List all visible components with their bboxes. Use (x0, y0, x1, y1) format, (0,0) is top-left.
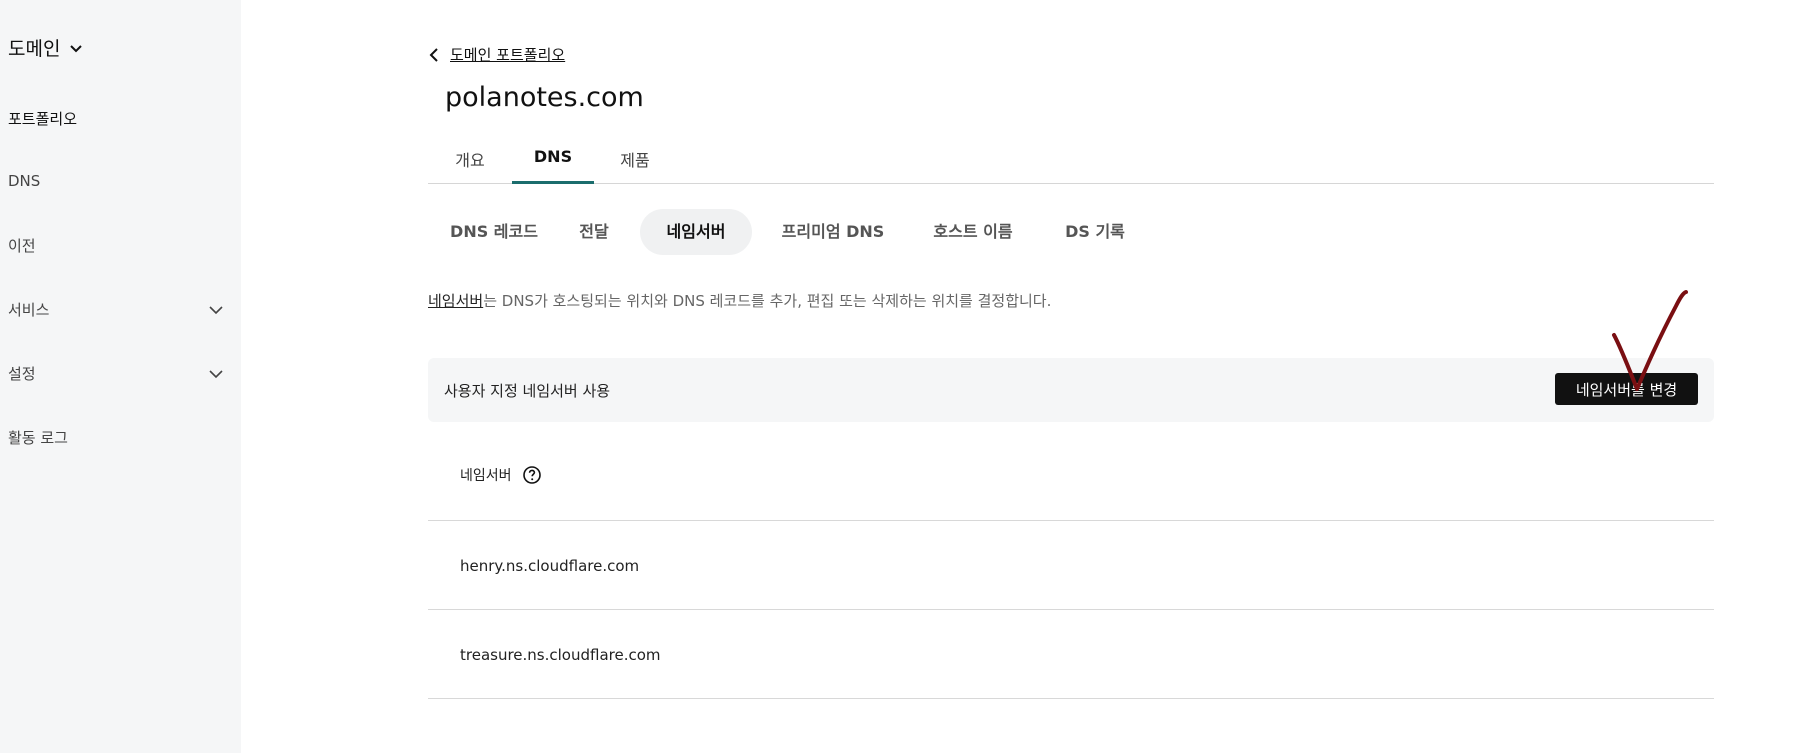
breadcrumb: 도메인 포트폴리오 (428, 44, 565, 65)
row-divider (428, 520, 1714, 521)
sidebar-item-transfer[interactable]: 이전 (8, 235, 224, 256)
description-text: 는 DNS가 호스팅되는 위치와 DNS 레코드를 추가, 편집 또는 삭제하는… (483, 292, 1052, 310)
tab-products[interactable]: 제품 (594, 147, 676, 184)
tab-overview[interactable]: 개요 (428, 147, 512, 184)
subtab-nameservers[interactable]: 네임서버 (640, 209, 752, 255)
subtab-label: 네임서버 (666, 222, 726, 241)
chevron-down-icon (209, 305, 223, 314)
change-nameservers-button[interactable]: 네임서버를 변경 (1555, 373, 1698, 405)
nameserver-value: henry.ns.cloudflare.com (460, 557, 640, 575)
sidebar-item-portfolio[interactable]: 포트폴리오 (8, 108, 224, 129)
sidebar-item-label: 이전 (8, 237, 36, 255)
breadcrumb-link[interactable]: 도메인 포트폴리오 (450, 44, 565, 65)
chevron-down-icon (209, 369, 223, 378)
sidebar-item-label: DNS (8, 172, 41, 190)
nameserver-description: 네임서버는 DNS가 호스팅되는 위치와 DNS 레코드를 추가, 편집 또는 … (428, 290, 1051, 311)
subtab-label: 전달 (579, 222, 609, 241)
subtab-label: DS 기록 (1065, 222, 1125, 241)
sidebar-heading: 도메인 (8, 38, 61, 60)
subtab-label: 호스트 이름 (933, 222, 1013, 241)
sidebar-item-label: 서비스 (8, 301, 50, 319)
sidebar: 도메인 포트폴리오 DNS 이전 서비스 설정 활동 로그 (0, 0, 241, 753)
sidebar-item-label: 설정 (8, 365, 36, 383)
page-title: polanotes.com (445, 82, 644, 113)
chevron-left-icon[interactable] (428, 47, 440, 63)
subtab-forwarding[interactable]: 전달 (560, 209, 628, 255)
tab-label: 개요 (455, 151, 485, 170)
subtab-host-names[interactable]: 호스트 이름 (908, 209, 1038, 255)
nameserver-list-header: 네임서버 (460, 465, 542, 485)
question-circle-icon[interactable] (522, 465, 542, 485)
main-tabs: 개요 DNS 제품 (428, 147, 1714, 184)
subtab-dns-records[interactable]: DNS 레코드 (428, 209, 560, 255)
tab-label: DNS (533, 147, 573, 166)
sidebar-item-settings[interactable]: 설정 (8, 363, 224, 384)
subtab-label: DNS 레코드 (450, 222, 538, 241)
nameserver-help-link[interactable]: 네임서버 (428, 292, 483, 310)
sidebar-item-services[interactable]: 서비스 (8, 299, 224, 320)
sidebar-item-activity-log[interactable]: 활동 로그 (8, 427, 224, 448)
subtab-label: 프리미엄 DNS (781, 222, 885, 241)
subtab-premium-dns[interactable]: 프리미엄 DNS (758, 209, 908, 255)
domain-menu-toggle[interactable]: 도메인 (8, 34, 84, 61)
sidebar-item-dns[interactable]: DNS (8, 172, 224, 190)
chevron-down-icon (70, 44, 83, 52)
nameserver-value: treasure.ns.cloudflare.com (460, 646, 661, 664)
subtab-ds-records[interactable]: DS 기록 (1040, 209, 1150, 255)
nameserver-header-label: 네임서버 (460, 468, 512, 484)
sidebar-item-label: 활동 로그 (8, 429, 68, 447)
sidebar-item-label: 포트폴리오 (8, 110, 78, 128)
tab-dns[interactable]: DNS (512, 147, 594, 184)
nameserver-type-panel: 사용자 지정 네임서버 사용 네임서버를 변경 (428, 358, 1714, 422)
row-divider (428, 609, 1714, 610)
nameserver-type-label: 사용자 지정 네임서버 사용 (444, 382, 611, 400)
tab-label: 제품 (620, 151, 650, 170)
row-divider (428, 698, 1714, 699)
